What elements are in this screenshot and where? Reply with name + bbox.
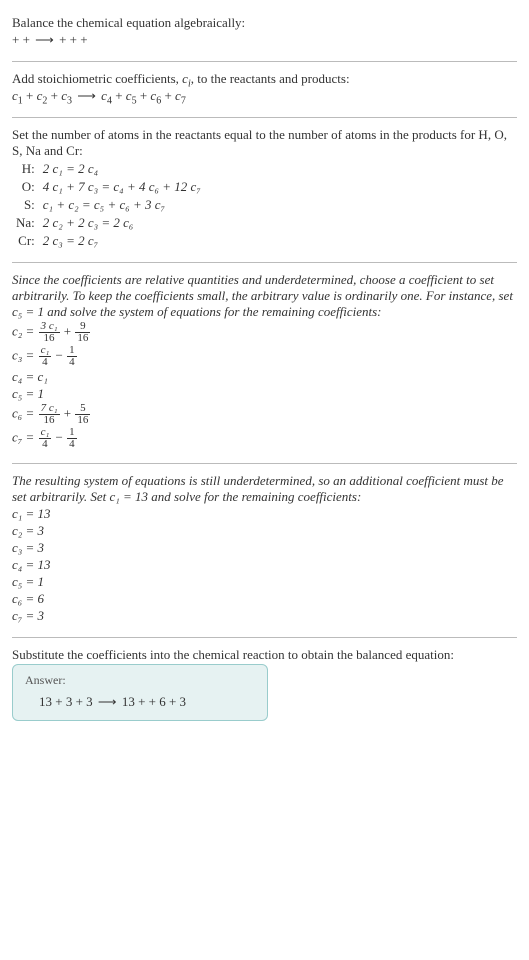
fraction: c₁ 4 [39,345,52,368]
c3-sub: 3 [67,96,72,107]
fraction: c₁ 4 [39,427,52,450]
table-row: Na: 2 c₂ + 2 c₃ = 2 c₆ [12,214,205,232]
equation: 2 c₃ = 2 c₇ [43,233,98,248]
solve-intro: Since the coefficients are relative quan… [12,272,517,320]
divider [12,637,517,638]
plus: + [140,88,151,103]
coef-value: c₇ = 3 [12,608,517,624]
stoich-instruction: Add stoichiometric coefficients, ci, to … [12,71,517,87]
fraction: 1 4 [67,345,77,368]
solve2-intro: The resulting system of equations is sti… [12,473,517,505]
text: Add stoichiometric coefficients, [12,71,182,86]
divider [12,262,517,263]
table-row: H: 2 c₁ = 2 c₄ [12,160,205,178]
fraction: 7 c₁ 16 [39,403,60,426]
divider [12,61,517,62]
eq-c7: c₇ = c₁ 4 − 1 4 [12,427,517,450]
plus: + [164,88,175,103]
element-label: Na: [12,214,39,232]
balance-title: Balance the chemical equation algebraica… [12,15,517,31]
minus: − [56,429,67,444]
section-solve-second: The resulting system of equations is sti… [12,466,517,635]
fraction: 9 16 [75,321,90,344]
c5-sub: 5 [132,96,137,107]
section-solve-first: Since the coefficients are relative quan… [12,265,517,461]
section-answer: Substitute the coefficients into the che… [12,640,517,731]
section-balance-intro: Balance the chemical equation algebraica… [12,8,517,59]
element-label: S: [12,196,39,214]
rhs: 13 + + 6 + 3 [122,694,186,709]
table-row: O: 4 c₁ + 7 c₃ = c₄ + 4 c₆ + 12 c₇ [12,178,205,196]
eq-c5: c₅ = 1 [12,386,517,402]
reaction-arrow: ⟶ [96,694,119,709]
lhs: 13 + 3 + 3 [39,694,96,709]
coef-value: c₄ = 13 [12,557,517,573]
coef-value: c₃ = 3 [12,540,517,556]
plus: + [64,405,75,420]
text: , to the reactants and products: [191,71,350,86]
table-row: S: c₁ + c₂ = c₅ + c₆ + 3 c₇ [12,196,205,214]
coef-value: c₆ = 6 [12,591,517,607]
element-label: H: [12,160,39,178]
minus: − [56,347,67,362]
balanced-equation: 13 + 3 + 3 ⟶ 13 + + 6 + 3 [25,694,255,710]
plus: + [115,88,126,103]
lhs: c₆ = [12,405,38,420]
coef-value: c₁ = 13 [12,506,517,522]
divider [12,463,517,464]
divider [12,117,517,118]
table-row: Cr: 2 c₃ = 2 c₇ [12,232,205,250]
fraction: 3 c₁ 16 [39,321,60,344]
page: Balance the chemical equation algebraica… [0,0,529,739]
eq-c6: c₆ = 7 c₁ 16 + 5 16 [12,403,517,426]
equation: c₁ + c₂ = c₅ + c₆ + 3 c₇ [43,197,165,212]
eq-c4: c₄ = c₁ [12,369,517,385]
lhs-placeholders: + + [12,32,33,47]
lhs: c₂ = [12,323,38,338]
reaction-arrow: ⟶ [33,32,56,47]
c7-sub: 7 [181,96,186,107]
plus: + [26,88,37,103]
c6-sub: 6 [156,96,161,107]
section-atom-balance: Set the number of atoms in the reactants… [12,120,517,260]
equation: 4 c₁ + 7 c₃ = c₄ + 4 c₆ + 12 c₇ [43,179,201,194]
fraction: 5 16 [75,403,90,426]
substitute-intro: Substitute the coefficients into the che… [12,647,517,663]
reaction-arrow: ⟶ [75,88,101,103]
atom-equations-table: H: 2 c₁ = 2 c₄ O: 4 c₁ + 7 c₃ = c₄ + 4 c… [12,160,205,250]
atom-balance-intro: Set the number of atoms in the reactants… [12,127,517,159]
c1-sub: 1 [18,96,23,107]
c4-sub: 4 [107,96,112,107]
section-stoichiometric: Add stoichiometric coefficients, ci, to … [12,64,517,115]
c2-sub: 2 [42,96,47,107]
plus: + [64,323,75,338]
coef-equation: c1 + c2 + c3 ⟶ c4 + c5 + c6 + c7 [12,88,517,104]
equation: 2 c₁ = 2 c₄ [43,161,98,176]
lhs: c₃ = [12,347,38,362]
answer-label: Answer: [25,673,255,688]
element-label: O: [12,178,39,196]
coef-value: c₅ = 1 [12,574,517,590]
answer-box: Answer: 13 + 3 + 3 ⟶ 13 + + 6 + 3 [12,664,268,721]
lhs: c₇ = [12,429,38,444]
eq-c3: c₃ = c₁ 4 − 1 4 [12,345,517,368]
element-label: Cr: [12,232,39,250]
plus: + [51,88,62,103]
coef-value: c₂ = 3 [12,523,517,539]
generic-equation: + + ⟶ + + + [12,32,517,48]
equation: 2 c₂ + 2 c₃ = 2 c₆ [43,215,134,230]
rhs-placeholders: + + + [59,32,88,47]
eq-c2: c₂ = 3 c₁ 16 + 9 16 [12,321,517,344]
fraction: 1 4 [67,427,77,450]
